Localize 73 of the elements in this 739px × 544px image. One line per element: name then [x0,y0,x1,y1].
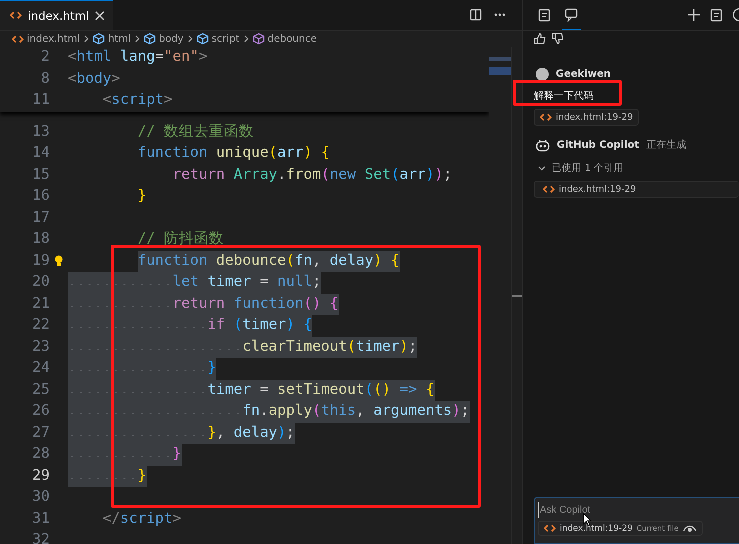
cube-icon [252,33,265,45]
close-icon [95,10,106,20]
chevron-right-icon [84,35,90,43]
line-number: 2 [40,48,50,67]
lightbulb-icon [54,255,64,268]
cube-icon [144,33,156,45]
author-name: GitHub Copilot [557,140,640,150]
split-editor-icon [470,9,482,21]
line-number: 18 [32,230,50,249]
chevron-right-icon [244,35,249,43]
editor-tab[interactable]: index.html [0,0,114,30]
status-text: 正在生成 [646,138,686,152]
code-line: <body> [68,70,120,88]
line-number: 16 [32,187,50,206]
line-number: 32 [32,531,50,544]
cube-icon [93,33,106,45]
line-number: 19 [32,252,50,270]
line-number: 8 [40,70,50,88]
code-line: // 防抖函数 [136,230,224,249]
thumbs-down-icon [552,33,564,45]
line-number: 17 [32,208,50,228]
line-number: 31 [32,510,50,528]
line-number: 24 [32,359,50,378]
chat-icon [565,8,578,22]
line-number: 14 [32,144,50,163]
code-line: </script> [102,510,182,528]
line-number: 25 [32,380,50,400]
robot-icon [536,138,550,152]
breadcrumb-item[interactable]: body [144,33,184,45]
file-code-icon [10,10,22,21]
line-number: 26 [32,402,50,421]
code-line: <html lang="en"> [68,48,208,67]
breadcrumb-item[interactable]: index.html [12,34,80,44]
scrollbar-thumb[interactable] [512,295,522,297]
breadcrumb-item[interactable]: script [196,33,240,45]
line-number: 21 [32,294,50,314]
author-name: Geekiwen [556,68,611,80]
code-line: function unique(arr) { [136,144,330,163]
line-number: 11 [32,91,50,110]
line-number: 30 [32,488,50,507]
file-reference-chip[interactable]: index.html:19-29 [534,109,640,126]
message-text: 解释一下代码 [534,90,594,103]
line-number: 20 [32,273,50,292]
line-number: 27 [32,424,50,442]
eye-icon [682,524,697,533]
note-icon [710,8,723,22]
cube-icon [196,33,209,45]
code-line: <script> [102,91,173,110]
line-number: 28 [32,445,50,464]
line-number: 22 [32,316,50,335]
file-code-icon [543,184,555,195]
chevron-down-icon [538,166,546,172]
references-toggle[interactable]: 已使用 1 个引用 [534,162,624,175]
chevron-right-icon [188,35,193,43]
breadcrumb-item[interactable]: debounce [252,33,318,45]
breadcrumb-item[interactable]: html [93,33,132,45]
line-number: 13 [32,122,50,142]
file-code-icon [544,523,556,534]
code-line: // 数组去重函数 [136,122,254,142]
file-reference-chip[interactable]: index.html:19-29 [534,181,739,198]
more-icon [494,13,506,17]
code-line: return Array.from(new Set(arr)); [172,166,452,184]
file-code-icon [540,112,552,123]
line-number: 29 [32,466,50,486]
plus-icon [688,9,700,21]
line-number: 23 [32,338,50,356]
file-code-icon [12,34,24,44]
code-line: } [136,187,147,206]
note-icon [538,8,551,22]
chevron-right-icon [135,35,140,43]
thumbs-up-icon [534,33,546,45]
avatar [536,68,549,80]
line-number: 15 [32,166,50,184]
